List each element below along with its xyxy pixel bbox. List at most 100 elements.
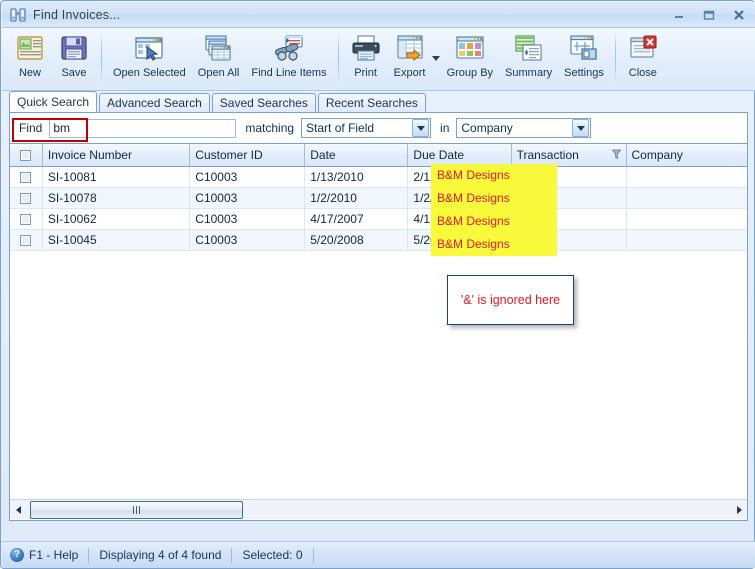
results-table: Invoice Number Customer ID Date Due Date… xyxy=(10,144,748,251)
group-by-icon xyxy=(454,32,486,64)
toolbar-button-open-selected[interactable]: Open Selected xyxy=(107,28,192,88)
toolbar-label: Print xyxy=(354,67,377,79)
scrollbar-thumb[interactable] xyxy=(30,501,243,519)
table-row[interactable]: SI-10081 C10003 1/13/2010 2/12/2010 Invo… xyxy=(10,166,748,187)
row-checkbox-cell[interactable] xyxy=(10,208,42,229)
row-checkbox[interactable] xyxy=(20,172,31,183)
annotation-callout-text: '&' is ignored here xyxy=(461,293,560,307)
close-window-icon xyxy=(627,32,659,64)
toolbar-button-open-all[interactable]: Open All xyxy=(192,28,246,88)
scroll-right-arrow-icon[interactable] xyxy=(731,501,747,519)
open-selected-icon xyxy=(133,32,165,64)
find-invoices-window: Find Invoices... xyxy=(0,0,755,569)
tab-saved-searches[interactable]: Saved Searches xyxy=(212,93,316,112)
cell-transaction: Invoice xyxy=(511,166,626,187)
toolbar-separator xyxy=(101,31,102,83)
cell-customer-id: C10003 xyxy=(190,208,305,229)
toolbar-label: Export xyxy=(394,67,426,79)
row-checkbox[interactable] xyxy=(20,235,31,246)
search-input[interactable] xyxy=(49,119,236,138)
toolbar-button-group-by[interactable]: Group By xyxy=(441,28,499,88)
field-select[interactable]: Company xyxy=(456,118,591,138)
column-header-invoice-number[interactable]: Invoice Number xyxy=(42,144,189,166)
select-all-checkbox[interactable] xyxy=(20,150,31,161)
cell-transaction: Invoice xyxy=(511,229,626,250)
table-row[interactable]: SI-10062 C10003 4/17/2007 4/17/2007 Invo… xyxy=(10,208,748,229)
minimize-button[interactable] xyxy=(671,7,687,23)
toolbar-button-settings[interactable]: Settings xyxy=(558,28,610,88)
cell-due-date: 4/17/2007 xyxy=(408,208,511,229)
toolbar-label: Open Selected xyxy=(113,67,186,79)
column-header-transaction[interactable]: Transaction xyxy=(511,144,626,166)
scroll-left-arrow-icon[interactable] xyxy=(10,501,26,519)
table-row[interactable]: SI-10078 C10003 1/2/2010 1/2/2010 Invoic… xyxy=(10,187,748,208)
toolbar-button-new[interactable]: New xyxy=(8,28,52,88)
filter-icon[interactable] xyxy=(612,149,621,160)
grip-line xyxy=(136,506,137,514)
cell-customer-id: C10003 xyxy=(190,187,305,208)
cell-due-date: 5/20/2008 xyxy=(408,229,511,250)
cell-company: B&M Designs xyxy=(626,187,748,208)
row-checkbox[interactable] xyxy=(20,193,31,204)
status-separator xyxy=(88,548,89,563)
find-label: Find xyxy=(19,121,42,135)
toolbar-label: New xyxy=(19,67,41,79)
status-separator xyxy=(313,548,314,563)
cell-invoice-number: SI-10062 xyxy=(42,208,189,229)
table-row[interactable]: SI-10045 C10003 5/20/2008 5/20/2008 Invo… xyxy=(10,229,748,250)
annotation-callout: '&' is ignored here xyxy=(447,275,574,325)
column-header-date[interactable]: Date xyxy=(305,144,408,166)
scrollbar-track[interactable] xyxy=(26,501,731,519)
row-checkbox-cell[interactable] xyxy=(10,187,42,208)
tab-advanced-search[interactable]: Advanced Search xyxy=(99,93,210,112)
status-bar: ? F1 - Help Displaying 4 of 4 found Sele… xyxy=(2,541,755,568)
table-header-row: Invoice Number Customer ID Date Due Date… xyxy=(10,144,748,166)
toolbar-label: Close xyxy=(629,67,657,79)
close-button[interactable] xyxy=(731,7,747,23)
maximize-button[interactable] xyxy=(701,7,717,23)
window-title: Find Invoices... xyxy=(33,8,120,22)
title-bar: Find Invoices... xyxy=(2,2,755,28)
toolbar-button-close[interactable]: Close xyxy=(621,28,665,88)
tab-recent-searches[interactable]: Recent Searches xyxy=(318,93,426,112)
toolbar-button-find-line-items[interactable]: Find Line Items xyxy=(245,28,332,88)
settings-icon xyxy=(568,32,600,64)
chevron-down-icon[interactable] xyxy=(572,119,589,137)
field-select-value: Company xyxy=(457,121,572,135)
toolbar-button-export[interactable]: Export xyxy=(388,28,432,88)
toolbar-label: Summary xyxy=(505,67,552,79)
cell-company: B&M Designs xyxy=(626,208,748,229)
cell-transaction: Invoice xyxy=(511,208,626,229)
status-separator xyxy=(231,548,232,563)
row-checkbox[interactable] xyxy=(20,214,31,225)
toolbar-separator xyxy=(615,31,616,83)
cell-date: 4/17/2007 xyxy=(305,208,408,229)
toolbar-label: Find Line Items xyxy=(251,67,326,79)
column-header-transaction-label: Transaction xyxy=(517,148,579,162)
toolbar-button-save[interactable]: Save xyxy=(52,28,96,88)
table-body: SI-10081 C10003 1/13/2010 2/12/2010 Invo… xyxy=(10,166,748,250)
tab-quick-search[interactable]: Quick Search xyxy=(9,91,97,112)
toolbar-button-summary[interactable]: Summary xyxy=(499,28,558,88)
grip-line xyxy=(139,506,140,514)
horizontal-scrollbar[interactable] xyxy=(10,499,747,519)
column-header-company-label: Company xyxy=(632,148,683,162)
row-checkbox-cell[interactable] xyxy=(10,166,42,187)
status-selected: Selected: 0 xyxy=(242,548,312,562)
column-header-company[interactable]: Company xyxy=(626,144,748,166)
toolbar-button-print[interactable]: Print xyxy=(344,28,388,88)
export-dropdown-arrow-icon[interactable] xyxy=(432,28,441,88)
status-help[interactable]: ? F1 - Help xyxy=(10,548,88,562)
chevron-down-icon[interactable] xyxy=(412,119,429,137)
matching-select[interactable]: Start of Field xyxy=(301,118,431,138)
export-icon xyxy=(394,32,426,64)
cell-date: 1/13/2010 xyxy=(305,166,408,187)
cell-invoice-number: SI-10081 xyxy=(42,166,189,187)
column-header-customer-id[interactable]: Customer ID xyxy=(190,144,305,166)
grip-line xyxy=(133,506,134,514)
results-grid: Invoice Number Customer ID Date Due Date… xyxy=(9,144,748,521)
row-checkbox-cell[interactable] xyxy=(10,229,42,250)
column-header-due-date[interactable]: Due Date xyxy=(408,144,511,166)
cell-due-date: 2/12/2010 xyxy=(408,166,511,187)
select-all-header[interactable] xyxy=(10,144,42,166)
